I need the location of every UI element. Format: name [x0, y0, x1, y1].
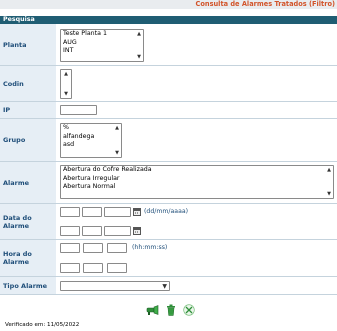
- planta-scrollbar[interactable]: ▲ ▼: [135, 30, 143, 61]
- planta-option[interactable]: INT: [61, 47, 143, 56]
- hora-fim-h-input[interactable]: [60, 263, 80, 273]
- data-format-hint: (dd/mm/aaaa): [144, 208, 189, 215]
- grupo-option[interactable]: alfandega: [61, 133, 121, 142]
- clear-button[interactable]: [164, 304, 177, 316]
- grupo-label: Grupo: [0, 119, 56, 161]
- scroll-down-icon[interactable]: ▼: [64, 91, 68, 97]
- chevron-down-icon[interactable]: ▼: [162, 283, 167, 290]
- scroll-down-icon[interactable]: ▼: [327, 191, 331, 197]
- section-header: Pesquisa: [0, 16, 337, 24]
- codin-listbox[interactable]: ▲ ▼: [60, 69, 72, 99]
- data-inicio-mes-input[interactable]: [82, 207, 102, 217]
- top-bar: Consulta de Alarmes Tratados (Filtro): [0, 0, 337, 9]
- trash-icon: [166, 304, 175, 316]
- hora-fim-s-input[interactable]: [107, 263, 127, 273]
- row-data-alarme: Data do Alarme (dd/mm/aaaa): [0, 204, 337, 240]
- planta-listbox[interactable]: Teste Planta 1 AUG INT ▲ ▼: [60, 29, 144, 62]
- grupo-option[interactable]: asd: [61, 141, 121, 150]
- hora-inicio-m-input[interactable]: [83, 243, 103, 253]
- search-button[interactable]: [146, 304, 159, 316]
- action-bar: [146, 304, 195, 316]
- ip-label: IP: [0, 102, 56, 118]
- alarme-option[interactable]: Abertura Irregular: [61, 175, 333, 184]
- planta-option[interactable]: AUG: [61, 39, 143, 48]
- codin-label: Codin: [0, 66, 56, 101]
- excel-export-icon: [182, 304, 195, 316]
- planta-label: Planta: [0, 24, 56, 65]
- data-fim-mes-input[interactable]: [82, 226, 102, 236]
- codin-scrollbar[interactable]: ▲ ▼: [61, 70, 71, 98]
- scroll-down-icon[interactable]: ▼: [115, 150, 119, 156]
- row-codin: Codin ▲ ▼: [0, 66, 337, 102]
- export-excel-button[interactable]: [182, 304, 195, 316]
- data-inicio-ano-input[interactable]: [104, 207, 131, 217]
- scroll-up-icon[interactable]: ▲: [137, 31, 141, 37]
- alarme-option[interactable]: Abertura Normal: [61, 183, 333, 192]
- alarme-label: Alarme: [0, 162, 56, 203]
- data-fim-dia-input[interactable]: [60, 226, 80, 236]
- grupo-option[interactable]: %: [61, 124, 121, 133]
- row-tipo-alarme: Tipo Alarme ▼: [0, 277, 337, 295]
- hora-inicio-h-input[interactable]: [60, 243, 80, 253]
- alarme-scrollbar[interactable]: ▲ ▼: [325, 166, 333, 198]
- scroll-up-icon[interactable]: ▲: [327, 167, 331, 173]
- row-hora-alarme: Hora do Alarme (hh:mm:ss): [0, 240, 337, 277]
- tipo-alarme-label: Tipo Alarme: [0, 277, 56, 294]
- grupo-listbox[interactable]: % alfandega asd ▲ ▼: [60, 123, 122, 158]
- scroll-up-icon[interactable]: ▲: [115, 125, 119, 131]
- verified-date: Verificado em: 11/05/2022: [5, 322, 80, 328]
- hora-inicio-s-input[interactable]: [107, 243, 127, 253]
- row-ip: IP: [0, 102, 337, 119]
- hora-fim-m-input[interactable]: [83, 263, 103, 273]
- row-planta: Planta Teste Planta 1 AUG INT ▲ ▼: [0, 24, 337, 66]
- row-grupo: Grupo % alfandega asd ▲ ▼: [0, 119, 337, 162]
- data-inicio-dia-input[interactable]: [60, 207, 80, 217]
- tipo-alarme-select[interactable]: ▼: [60, 281, 170, 291]
- data-fim-ano-input[interactable]: [104, 226, 131, 236]
- page-title: Consulta de Alarmes Tratados (Filtro): [195, 0, 336, 8]
- ip-input[interactable]: [60, 105, 97, 115]
- alarme-option[interactable]: Abertura do Cofre Realizada: [61, 166, 333, 175]
- alarme-listbox[interactable]: Abertura do Cofre Realizada Abertura Irr…: [60, 165, 334, 199]
- grupo-scrollbar[interactable]: ▲ ▼: [113, 124, 121, 157]
- hora-format-hint: (hh:mm:ss): [132, 244, 168, 251]
- search-flashlight-icon: [146, 304, 159, 315]
- calendar-icon[interactable]: [133, 227, 141, 235]
- data-alarme-label: Data do Alarme: [0, 204, 56, 239]
- row-alarme: Alarme Abertura do Cofre Realizada Abert…: [0, 162, 337, 204]
- hora-alarme-label: Hora do Alarme: [0, 240, 56, 276]
- scroll-up-icon[interactable]: ▲: [64, 71, 68, 77]
- calendar-icon[interactable]: [133, 208, 141, 216]
- planta-option[interactable]: Teste Planta 1: [61, 30, 143, 39]
- scroll-down-icon[interactable]: ▼: [137, 54, 141, 60]
